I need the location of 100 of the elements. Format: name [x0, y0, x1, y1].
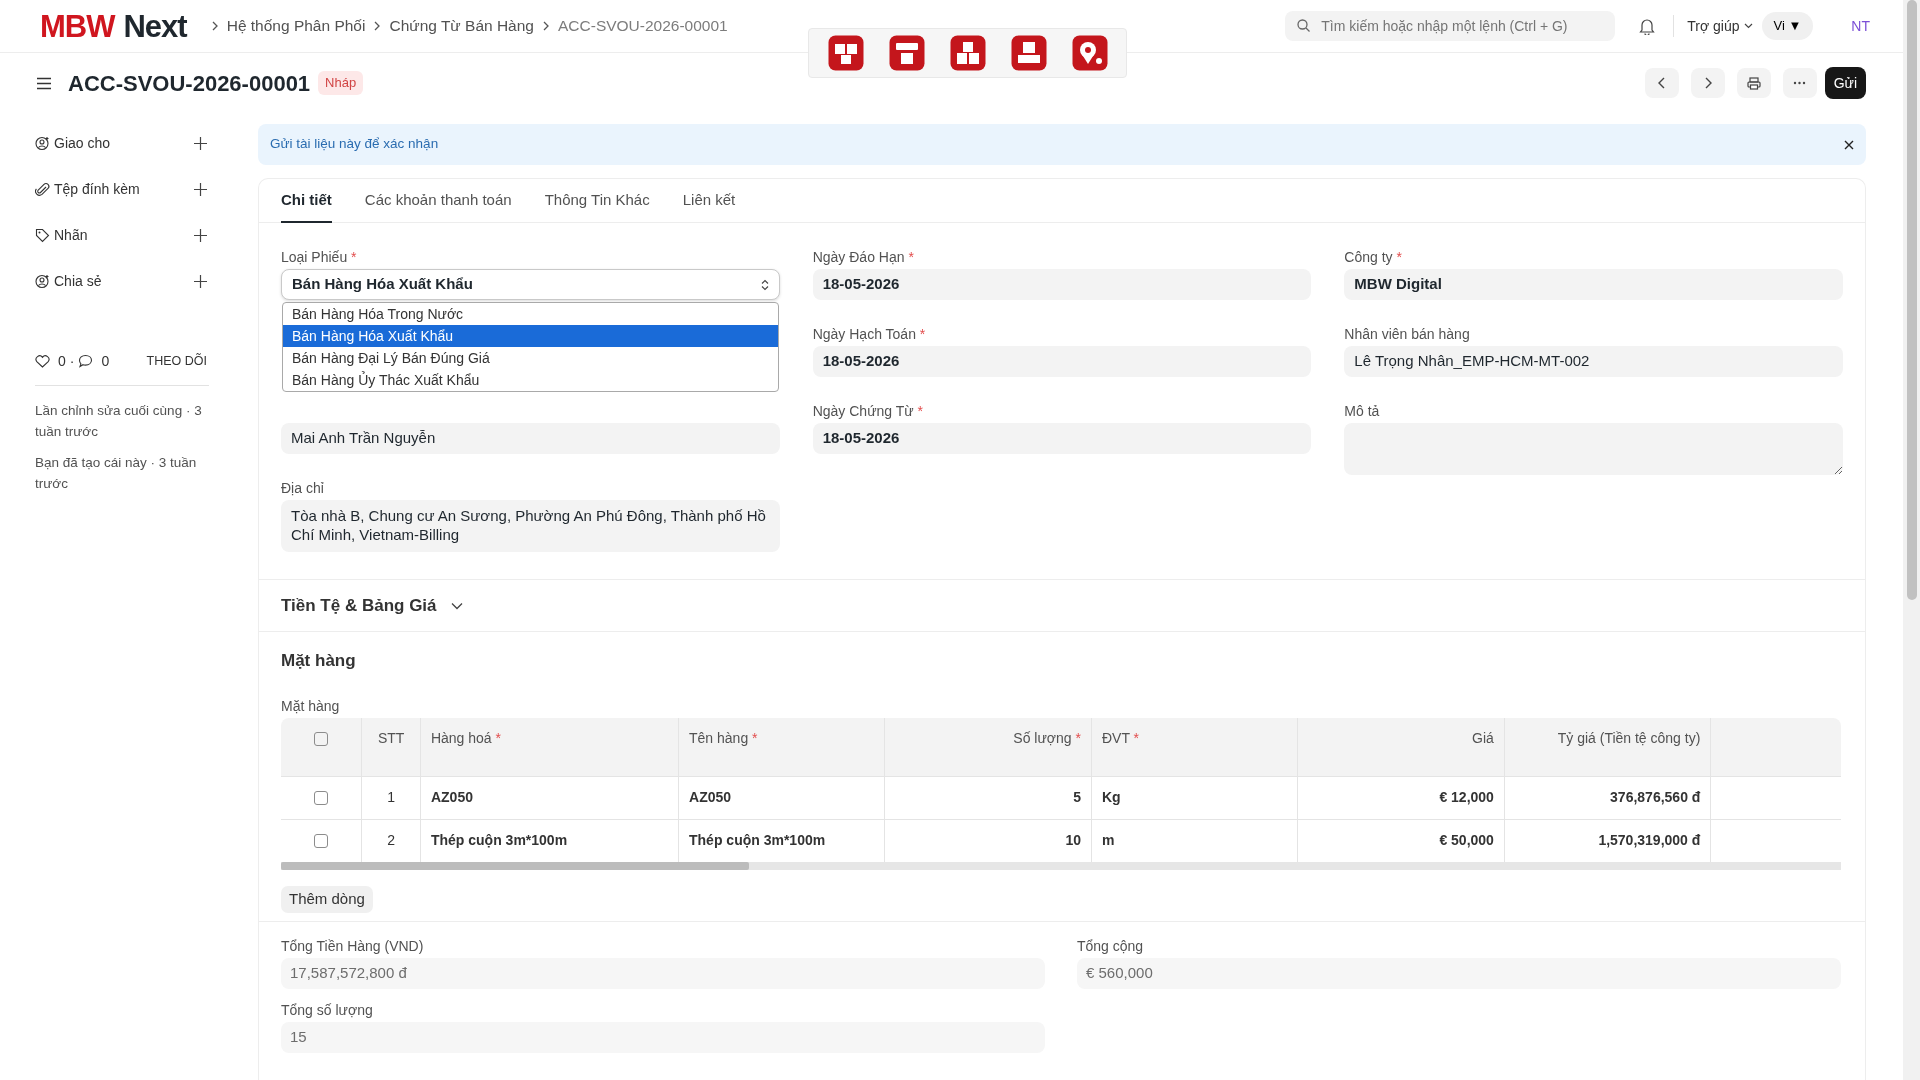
breadcrumb-link[interactable]: Hệ thống Phân Phối [226, 14, 366, 38]
dropdown-option[interactable]: Bán Hàng Đại Lý Bán Đúng Giá [283, 347, 778, 369]
follow-link[interactable]: THEO DÕI [146, 351, 207, 371]
section-toggle[interactable]: Tiền Tệ & Bảng Giá [281, 592, 463, 619]
field-label: Mô tả [1344, 402, 1381, 421]
breadcrumb-link[interactable]: Chứng Từ Bán Hàng [389, 14, 534, 38]
print-icon[interactable] [1746, 76, 1761, 90]
table-cell: m [1101, 832, 1115, 848]
help-menu[interactable]: Trợ giúp [1686, 14, 1754, 38]
separator-dot: · [69, 351, 75, 371]
banner-text: Gửi tài liệu này để xác nhận [270, 135, 440, 154]
dropdown-option[interactable]: Bán Hàng Hóa Xuất Khẩu [283, 325, 778, 347]
sidebar-link[interactable]: Tệp đính kèm [54, 178, 140, 200]
table-cell: € 12,000 [1439, 789, 1494, 805]
column-header: Tỷ giá (Tiền tệ công ty) [1557, 729, 1701, 746]
field-label: Ngày Đáo Hạn * [812, 248, 915, 267]
column-header: STT [377, 729, 405, 746]
input-field[interactable]: 18-05-2026 [812, 269, 1312, 300]
field-label: Ngày Hạch Toán * [812, 325, 927, 344]
table-cell: 5 [1073, 789, 1081, 805]
table-cell: Thép cuộn 3m*100m [689, 832, 826, 848]
paperclip-icon [35, 181, 50, 197]
input-field[interactable]: 18-05-2026 [812, 423, 1312, 454]
dropdown-option[interactable]: Bán Hàng Hóa Trong Nước [283, 303, 778, 325]
boxes-icon[interactable] [827, 35, 864, 71]
dropdown-option[interactable]: Bán Hàng Ủy Thác Xuất Khẩu [283, 369, 778, 391]
plus-icon[interactable] [194, 228, 207, 242]
table-cell: Kg [1101, 789, 1121, 805]
input-field: € 560,000 [1077, 957, 1841, 989]
table-cell: 10 [1065, 832, 1081, 848]
checkbox[interactable] [314, 731, 329, 746]
text-area[interactable]: Tòa nhà B, Chung cư An Sương, Phường An Phú Đông, Thành phố Hồ Chí Minh, Vietnam-Billing [281, 500, 780, 552]
chevron-icon [210, 21, 219, 31]
table-cell: € 50,000 [1439, 832, 1494, 848]
column-header: Hàng hoá * [430, 729, 501, 746]
boxes-icon[interactable] [949, 35, 986, 71]
input-field[interactable]: Lê Trọng Nhân_EMP-HCM-MT-002 [1344, 346, 1843, 377]
activity-text: Lần chỉnh sửa cuối cùng · 3 tuần trước [35, 402, 203, 441]
table-cell: 1 [387, 789, 396, 805]
table-cell: 2 [387, 832, 396, 848]
search-field[interactable]: Tìm kiếm hoặc nhập một lệnh (Ctrl + G) [1285, 11, 1616, 41]
tab[interactable]: Các khoản thanh toán [364, 179, 512, 223]
plus-icon[interactable] [194, 182, 207, 196]
field-label: Tổng số lượng [281, 1000, 374, 1020]
sidebar-link[interactable]: Nhãn [54, 224, 88, 246]
add-row-button[interactable]: Thêm dòng [281, 885, 373, 913]
avatar[interactable]: NT [1851, 15, 1870, 37]
sidebar-link[interactable]: Giao cho [54, 132, 111, 154]
plus-icon[interactable] [194, 274, 207, 288]
box-icon[interactable] [888, 35, 925, 71]
breadcrumb-link[interactable]: ACC-SVOU-2026-00001 [558, 14, 728, 38]
comment-icon[interactable] [78, 354, 94, 368]
tag-icon [35, 227, 50, 243]
field-label: Ngày Chứng Từ * [812, 402, 924, 421]
plus-icon[interactable] [194, 136, 207, 150]
chevron-up-down-icon [760, 278, 769, 291]
field-label: Tổng cộng [1077, 936, 1145, 956]
checkbox[interactable] [314, 791, 329, 806]
column-header: Giá [1472, 729, 1494, 746]
input-field: 17,587,572,800 đ [281, 957, 1045, 989]
language-selector[interactable]: Vi ▼ [1761, 12, 1814, 40]
tab[interactable]: Thông Tin Khác [544, 179, 650, 223]
close-icon[interactable] [1844, 139, 1854, 150]
column-header: ĐVT * [1101, 729, 1140, 746]
box-icon[interactable] [1010, 35, 1047, 71]
table-cell: AZ050 [430, 789, 473, 805]
tab[interactable]: Liên kết [682, 179, 736, 223]
field-label: Loại Phiếu * [281, 248, 358, 267]
field-label: Địa chỉ [281, 479, 325, 498]
bell-icon[interactable] [1639, 17, 1656, 35]
field-label: Nhân viên bán hàng [1344, 325, 1471, 344]
user-plus-icon [35, 273, 50, 289]
scrollbar[interactable] [1903, 0, 1920, 1080]
user-plus-icon [35, 135, 50, 151]
table-cell: 376,876,560 đ [1610, 789, 1701, 805]
input-field[interactable]: MBW Digital [1344, 269, 1843, 300]
scrollbar[interactable] [281, 861, 1841, 870]
comment-count: 0 [101, 351, 110, 371]
chevron-icon [373, 21, 382, 31]
more-icon[interactable] [1793, 81, 1807, 85]
logo[interactable]: MBW Next [40, 10, 187, 42]
section-title: Mặt hàng [281, 650, 357, 672]
table-cell: AZ050 [689, 789, 732, 805]
heart-icon[interactable] [35, 354, 50, 368]
submit-button[interactable]: Gửi [1824, 67, 1866, 99]
table-cell: Thép cuộn 3m*100m [430, 832, 568, 848]
checkbox[interactable] [314, 834, 329, 849]
activity-text: Bạn đã tạo cái này · 3 tuần trước [35, 454, 198, 493]
chevron-left-icon[interactable] [1656, 77, 1667, 89]
sidebar-link[interactable]: Chia sẻ [54, 270, 102, 292]
column-header: Số lượng * [1013, 729, 1081, 746]
input-field[interactable]: Mai Anh Trần Nguyễn [281, 423, 780, 454]
like-count: 0 [58, 351, 66, 371]
column-header: Tên hàng * [689, 729, 758, 746]
map-pin-icon[interactable] [1071, 35, 1108, 71]
menu-icon[interactable] [36, 76, 52, 90]
input-field[interactable]: 18-05-2026 [812, 346, 1312, 377]
tab[interactable]: Chi tiết [281, 179, 332, 223]
input-field: 15 [281, 1021, 1045, 1053]
caret-icon [1743, 23, 1753, 29]
